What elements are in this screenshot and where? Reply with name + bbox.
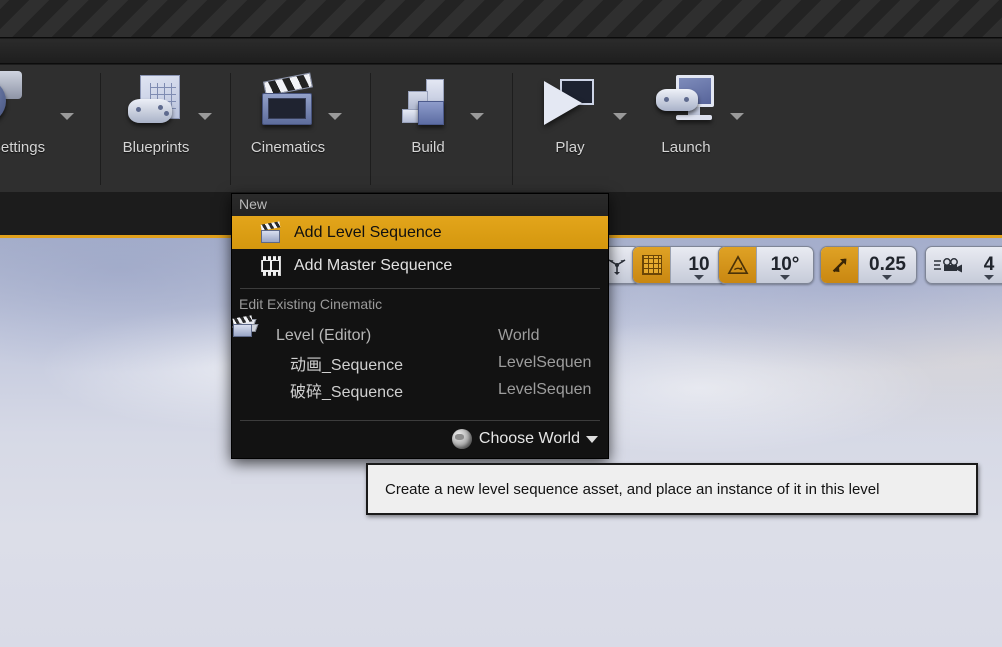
angle-snap-icon <box>727 255 748 274</box>
scale-snap-value-dropdown[interactable]: 0.25 <box>859 247 916 283</box>
scale-snap-toggle[interactable] <box>821 247 859 283</box>
chevron-down-icon[interactable] <box>613 113 627 120</box>
grid-snap-value: 10 <box>688 254 710 275</box>
camera-speed-group[interactable]: 4 <box>925 246 1002 284</box>
grid-snap-icon <box>641 255 662 275</box>
blueprint-gamepad-icon <box>124 71 188 135</box>
launch-monitor-gamepad-icon <box>654 71 718 135</box>
play-screen-icon <box>538 71 602 135</box>
scale-snap-icon <box>832 258 846 273</box>
tree-row-type: LevelSequen <box>498 380 592 398</box>
menu-item-label: Add Level Sequence <box>294 223 442 241</box>
chevron-down-icon[interactable] <box>470 113 484 120</box>
grid-snap-group[interactable]: 10 <box>632 246 728 284</box>
choose-world-label: Choose World <box>478 430 580 447</box>
chevron-down-icon[interactable] <box>60 113 74 120</box>
menu-item-add-level-sequence[interactable]: Add Level Sequence <box>232 216 608 249</box>
cinematics-dropdown-menu: New Add Level Sequence Add Master Sequen… <box>231 193 609 459</box>
menu-section-edit-existing: Edit Existing Cinematic <box>239 296 383 312</box>
camera-speed-toggle[interactable] <box>926 247 969 283</box>
menu-item-add-master-sequence[interactable]: Add Master Sequence <box>232 249 608 282</box>
toolbar-button-settings[interactable]: Settings <box>0 71 74 187</box>
camera-speed-value-dropdown[interactable]: 4 <box>969 247 1002 283</box>
tree-row-sequence-2[interactable]: 破碎_Sequence LevelSequen <box>232 315 608 403</box>
camera-speed-value: 4 <box>983 254 995 275</box>
angle-snap-value: 10° <box>770 254 800 275</box>
tree-row-label: 动画_Sequence <box>290 356 403 374</box>
toolbar-label-play: Play <box>555 139 585 156</box>
menu-item-label: Add Master Sequence <box>294 256 453 274</box>
menu-section-new: New <box>232 194 608 216</box>
angle-snap-toggle[interactable] <box>719 247 757 283</box>
menu-footer: Choose World <box>232 420 608 458</box>
chevron-down-icon[interactable] <box>882 275 893 280</box>
toolbar-divider <box>230 73 231 185</box>
main-toolbar: Settings Blueprints Cinematics <box>0 65 1002 192</box>
chevron-down-icon[interactable] <box>198 113 212 120</box>
toolbar-label-blueprints: Blueprints <box>122 139 190 156</box>
toolbar-label-cinematics: Cinematics <box>250 139 326 156</box>
grid-snap-toggle[interactable] <box>633 247 671 283</box>
menu-bar[interactable] <box>0 39 1002 64</box>
choose-world-button[interactable]: Choose World <box>451 429 598 449</box>
tree-row-type: World <box>498 326 540 344</box>
toolbar-button-build[interactable]: Build <box>372 71 484 187</box>
chevron-down-icon[interactable] <box>328 113 342 120</box>
gears-icon <box>0 71 50 135</box>
surface-snap-glyph <box>608 259 626 275</box>
toolbar-button-blueprints[interactable]: Blueprints <box>100 71 212 187</box>
unreal-editor-window: Settings Blueprints Cinematics <box>0 0 1002 647</box>
chevron-down-icon[interactable] <box>984 275 994 280</box>
toolbar-label-build: Build <box>411 139 445 156</box>
menu-divider <box>240 420 600 421</box>
chevron-down-icon[interactable] <box>730 113 744 120</box>
toolbar-label-launch: Launch <box>661 139 711 156</box>
tree-row-sequence-1[interactable]: 动画_Sequence LevelSequen <box>232 315 608 376</box>
tooltip-text: Create a new level sequence asset, and p… <box>385 480 880 498</box>
clapperboard-icon <box>256 71 320 135</box>
toolbar-button-launch[interactable]: Launch <box>630 71 744 187</box>
camera-speed-icon <box>933 258 962 273</box>
angle-snap-group[interactable]: 10° <box>718 246 814 284</box>
tree-row-label: 破碎_Sequence <box>290 383 403 401</box>
title-bar[interactable] <box>0 0 1002 38</box>
tree-row-label: Level (Editor) <box>276 326 372 344</box>
toolbar-button-play[interactable]: Play <box>514 71 627 187</box>
toolbar-divider <box>512 73 513 185</box>
chevron-down-icon[interactable] <box>586 435 598 443</box>
tree-row-type: LevelSequen <box>498 353 592 371</box>
clapperboard-icon <box>260 220 282 244</box>
scale-snap-value: 0.25 <box>869 254 906 275</box>
angle-snap-value-dropdown[interactable]: 10° <box>757 247 813 283</box>
tooltip: Create a new level sequence asset, and p… <box>366 463 978 515</box>
toolbar-button-cinematics[interactable]: Cinematics <box>232 71 344 187</box>
build-blocks-icon <box>396 71 460 135</box>
toolbar-divider <box>370 73 371 185</box>
globe-icon <box>451 429 472 449</box>
tree-row-level-editor[interactable]: Level (Editor) World <box>232 319 608 349</box>
chevron-down-icon[interactable] <box>694 275 704 280</box>
chevron-down-icon[interactable] <box>780 275 790 280</box>
film-strip-icon <box>260 255 282 277</box>
toolbar-label-settings: Settings <box>0 139 46 156</box>
scale-snap-group[interactable]: 0.25 <box>820 246 917 284</box>
